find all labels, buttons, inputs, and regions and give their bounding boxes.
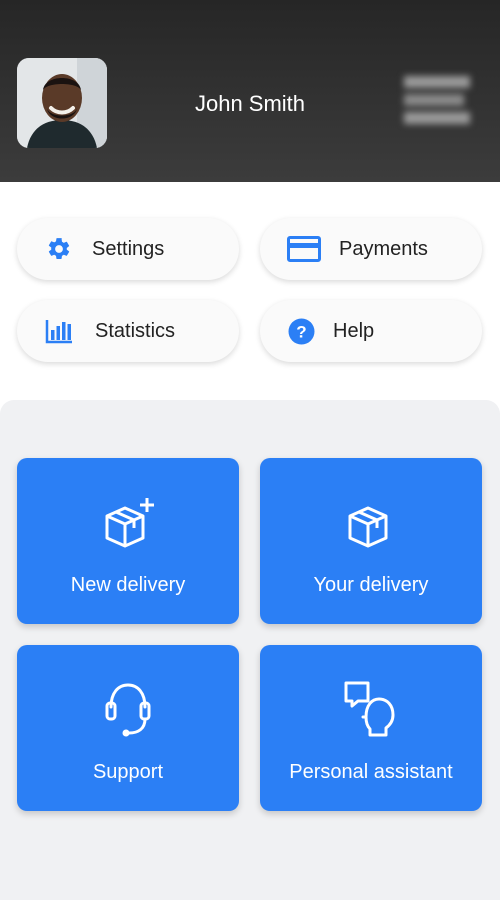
brand-logo xyxy=(400,72,474,128)
settings-button[interactable]: Settings xyxy=(17,218,239,280)
headset-icon xyxy=(17,673,239,743)
payments-label: Payments xyxy=(339,237,428,260)
payments-button[interactable]: Payments xyxy=(260,218,482,280)
package-plus-icon xyxy=(17,488,239,558)
avatar[interactable] xyxy=(17,58,107,148)
new-delivery-label: New delivery xyxy=(70,574,186,596)
credit-card-icon xyxy=(287,235,321,263)
your-delivery-label: Your delivery xyxy=(313,574,429,596)
your-delivery-tile[interactable]: Your delivery xyxy=(260,458,482,624)
statistics-label: Statistics xyxy=(95,319,176,342)
personal-assistant-label: Personal assistant xyxy=(289,761,453,783)
new-delivery-tile[interactable]: New delivery xyxy=(17,458,239,624)
assistant-chat-icon xyxy=(260,673,482,743)
gear-icon xyxy=(45,235,73,263)
settings-label: Settings xyxy=(92,237,165,260)
svg-text:?: ? xyxy=(296,322,306,341)
support-label: Support xyxy=(92,761,164,783)
profile-header: John Smith xyxy=(0,0,500,182)
package-icon xyxy=(260,488,482,558)
help-button[interactable]: ? Help xyxy=(260,300,482,362)
user-name: John Smith xyxy=(194,91,306,116)
statistics-button[interactable]: Statistics xyxy=(17,300,239,362)
bar-chart-icon xyxy=(45,317,73,345)
support-tile[interactable]: Support xyxy=(17,645,239,811)
help-label: Help xyxy=(333,319,375,342)
personal-assistant-tile[interactable]: Personal assistant xyxy=(260,645,482,811)
help-circle-icon: ? xyxy=(287,317,315,345)
